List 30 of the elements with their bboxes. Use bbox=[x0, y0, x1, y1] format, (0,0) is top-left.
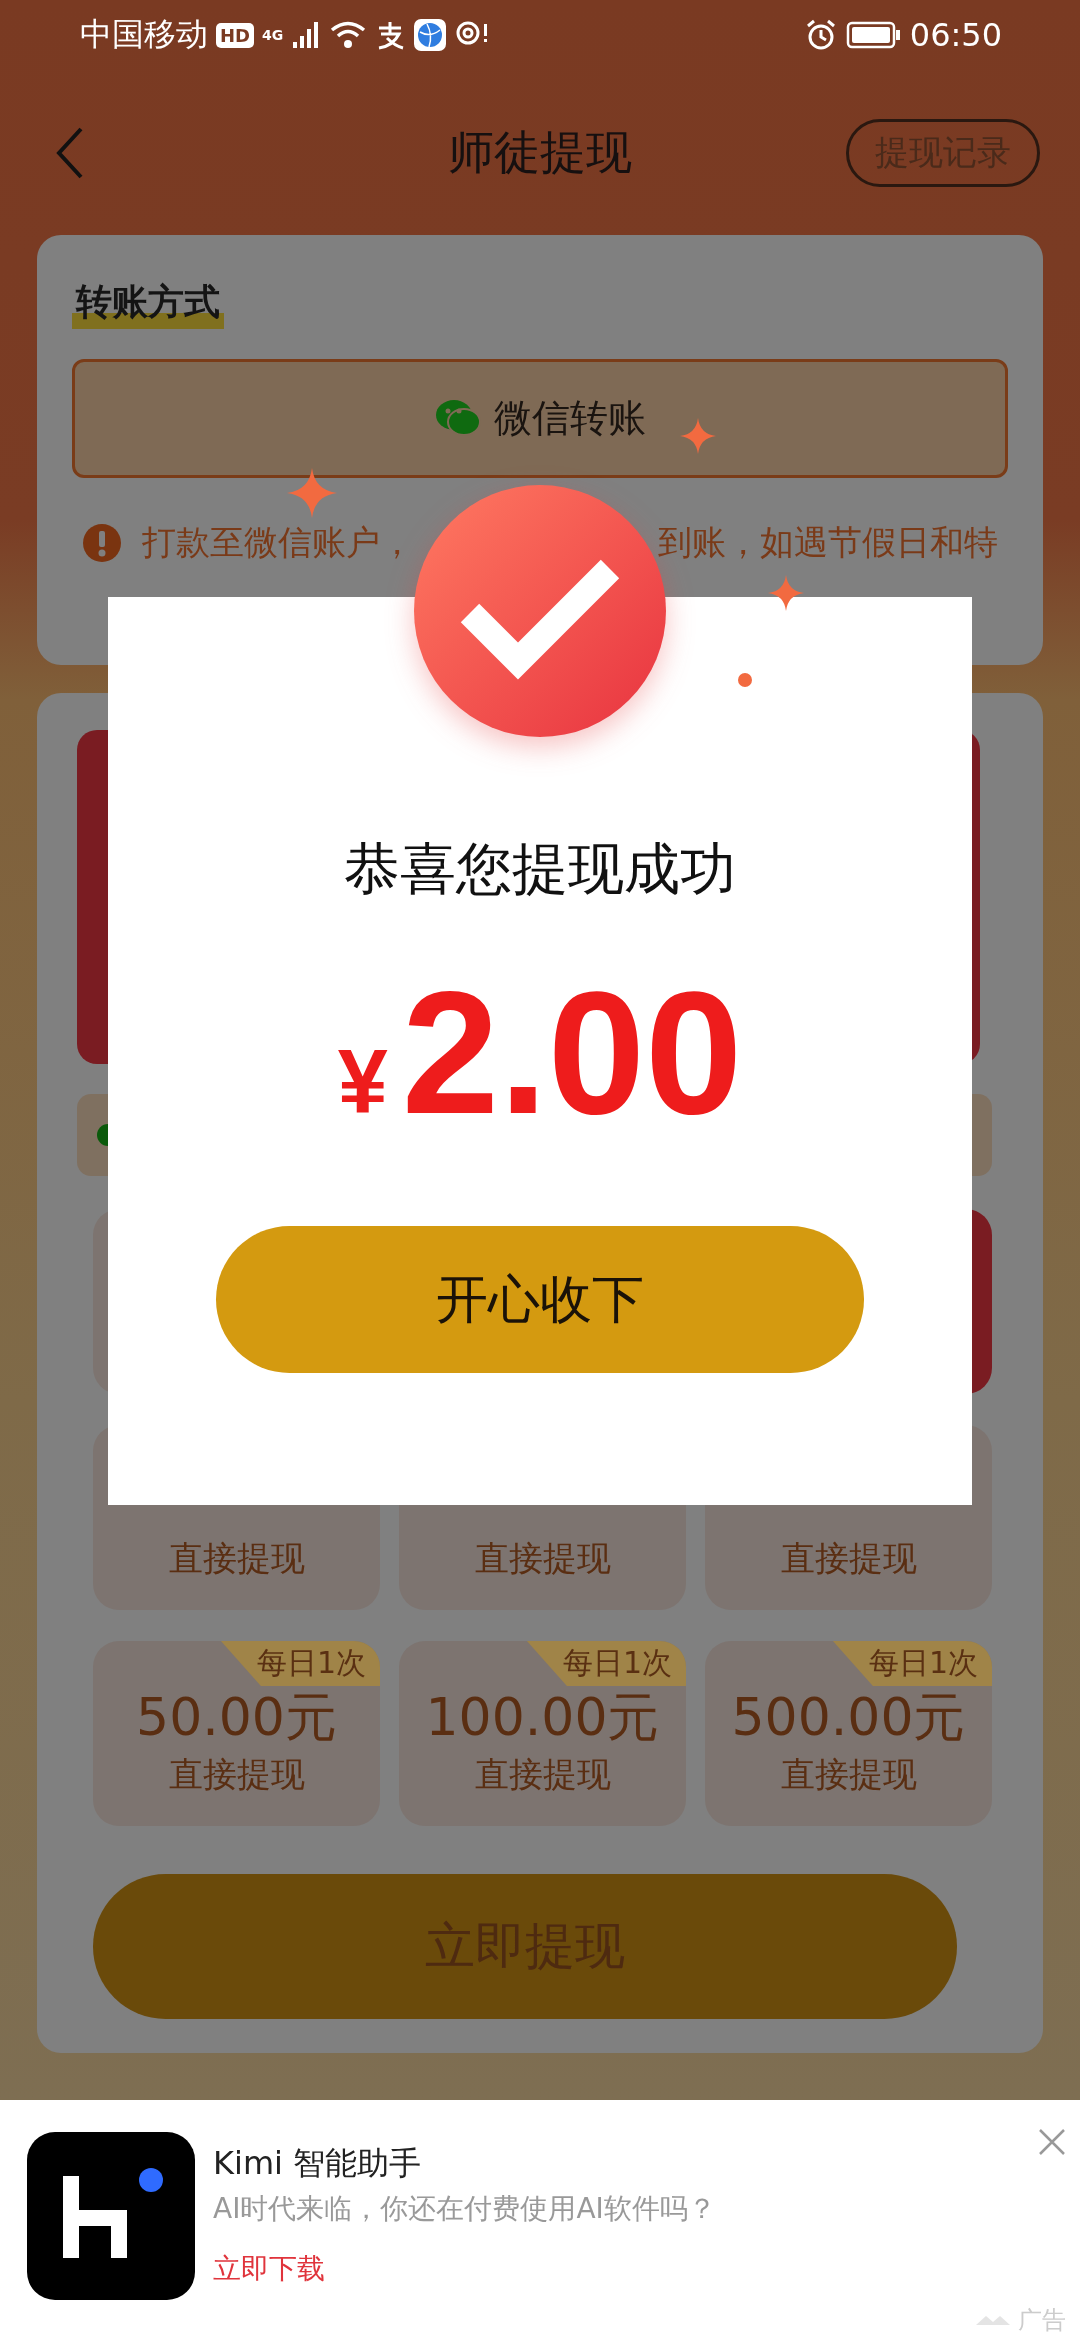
option-amount: 100.00元 bbox=[425, 1686, 660, 1749]
daily-limit-tag: 每日1次 bbox=[220, 1641, 380, 1686]
clock-time: 06:50 bbox=[909, 16, 1002, 54]
notice-text: 到账，如遇节假日和特 bbox=[658, 521, 998, 564]
option-caption: 直接提现 bbox=[780, 1753, 917, 1796]
wechat-transfer-button[interactable]: 微信转账 bbox=[72, 359, 1008, 478]
amount-option[interactable]: 每日1次 50.00元 直接提现 bbox=[93, 1641, 380, 1826]
carrier-name: 中国移动 bbox=[80, 14, 208, 55]
withdrawn-amount: 2.00 bbox=[401, 958, 743, 1148]
daily-limit-tag: 每日1次 bbox=[526, 1641, 686, 1686]
currency-symbol: ¥ bbox=[337, 1031, 388, 1134]
option-caption: 直接提现 bbox=[474, 1753, 611, 1796]
daily-limit-tag: 每日1次 bbox=[832, 1641, 992, 1686]
amount-option[interactable]: 每日1次 100.00元 直接提现 bbox=[399, 1641, 686, 1826]
option-amount: 500.00元 bbox=[731, 1686, 966, 1749]
option-amount: 50.00元 bbox=[136, 1686, 337, 1749]
network-type: 4G bbox=[262, 27, 284, 43]
download-link[interactable]: 立即下载 bbox=[213, 2246, 716, 2292]
option-caption: 直接提现 bbox=[780, 1537, 917, 1580]
dialog-title: 恭喜您提现成功 bbox=[344, 835, 736, 903]
page-title: 师徒提现 bbox=[448, 123, 632, 181]
ad-description: AI时代来临，你还在付费使用AI软件吗？ bbox=[213, 2191, 716, 2227]
hd-badge: HD bbox=[216, 22, 254, 48]
option-caption: 直接提现 bbox=[474, 1537, 611, 1580]
notice-text: 打款至微信账户， bbox=[142, 521, 414, 564]
accept-button[interactable]: 开心收下 bbox=[216, 1226, 864, 1373]
option-caption: 直接提现 bbox=[168, 1537, 305, 1580]
option-caption: 直接提现 bbox=[168, 1753, 305, 1796]
amount-option[interactable]: 每日1次 500.00元 直接提现 bbox=[705, 1641, 992, 1826]
app-name: Kimi 智能助手 bbox=[213, 2143, 423, 2184]
